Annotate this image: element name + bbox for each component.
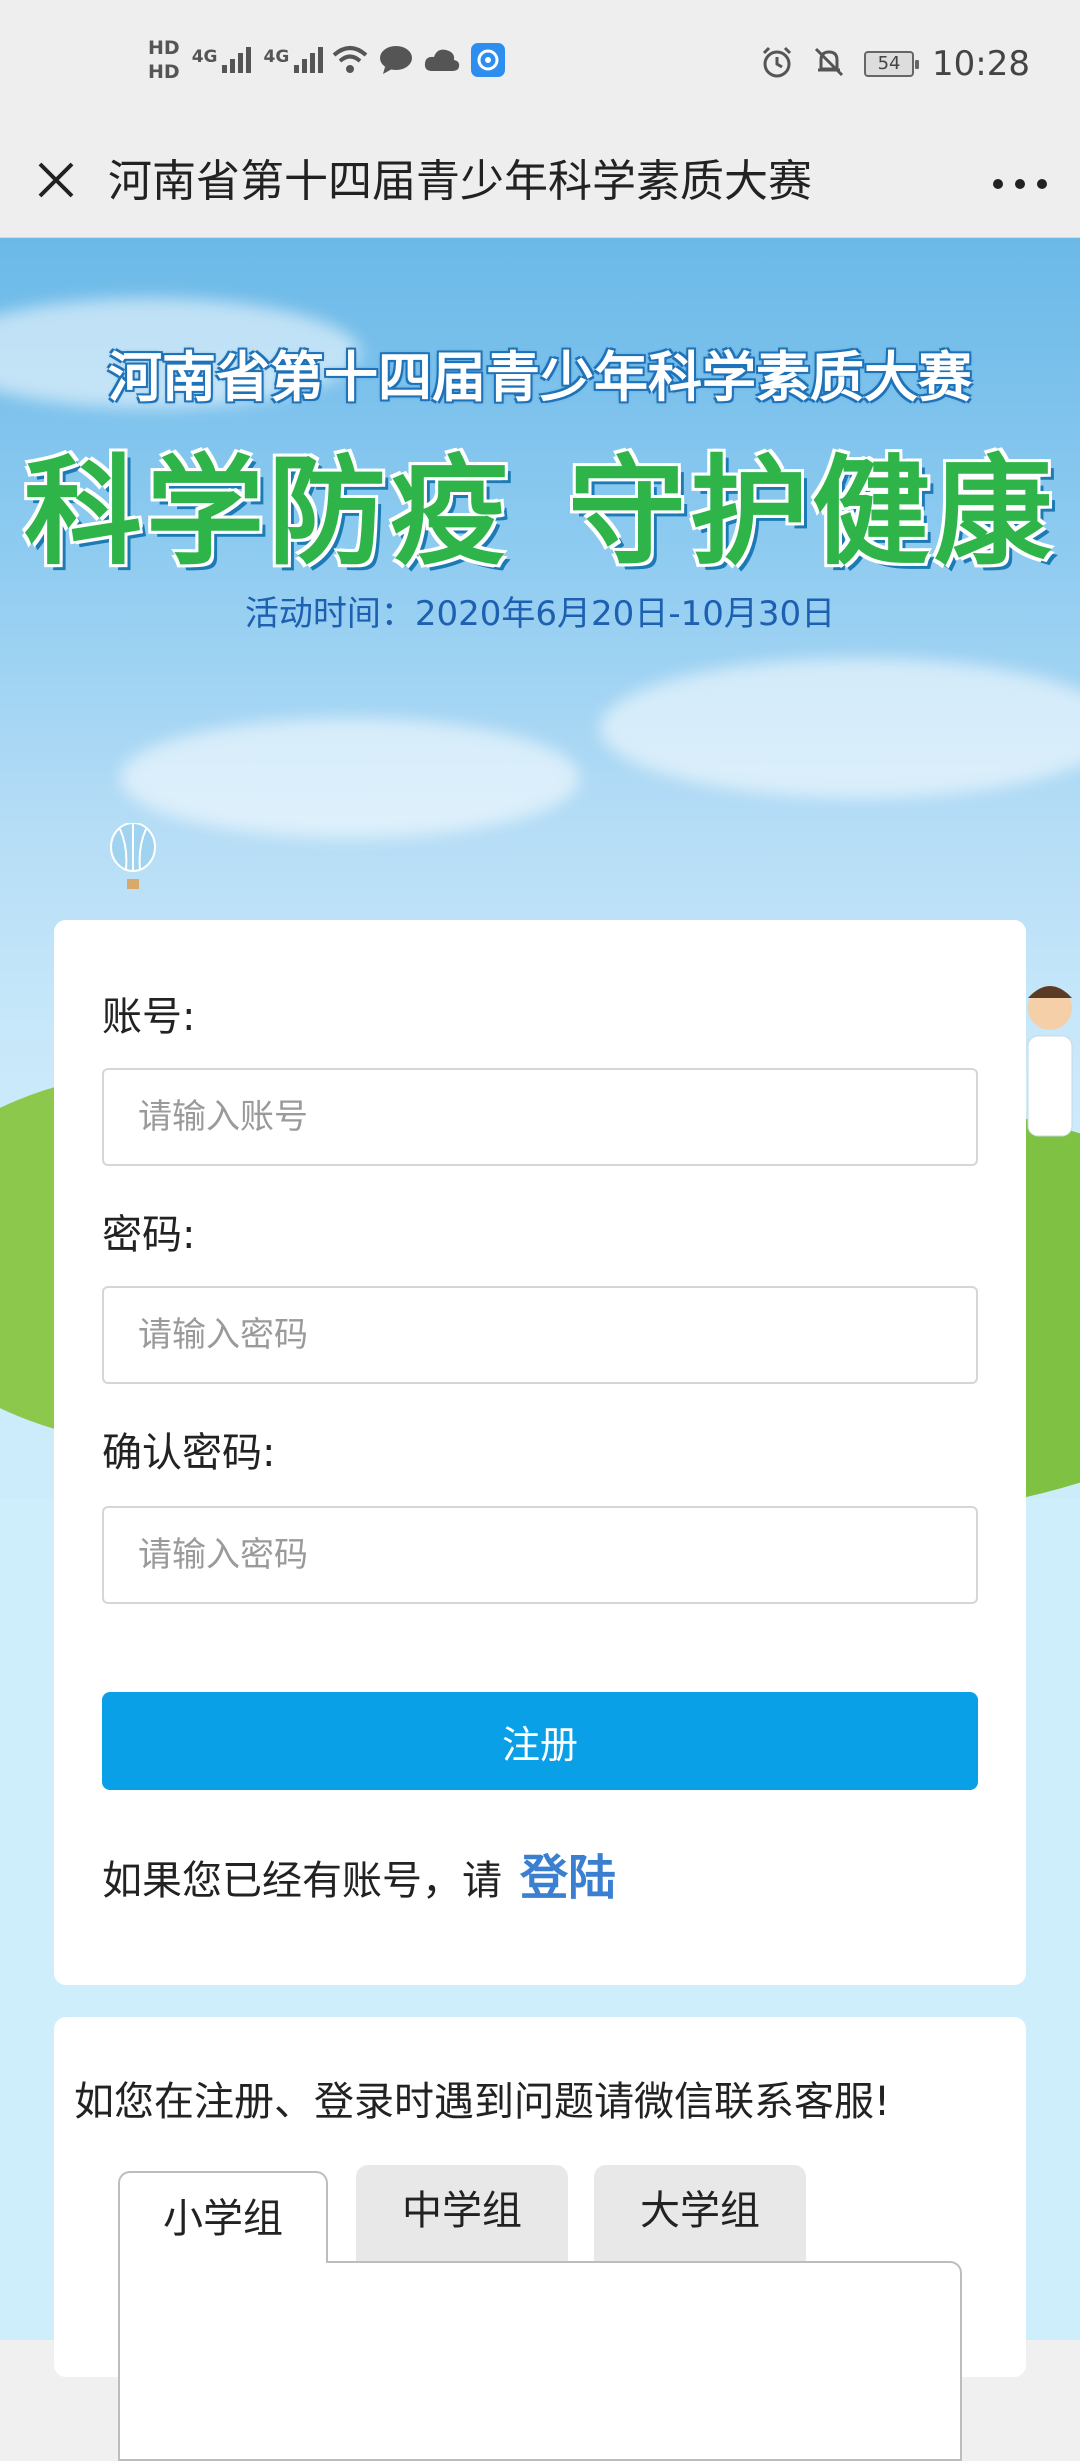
wifi-icon — [331, 41, 369, 79]
mute-icon — [812, 45, 846, 83]
login-prompt: 如果您已经有账号，请 登陆 — [102, 1838, 616, 1908]
alarm-icon — [760, 45, 794, 83]
register-button[interactable]: 注册 — [102, 1692, 978, 1790]
hero-title: 河南省第十四届青少年科学素质大赛 — [108, 346, 972, 409]
status-time: 10:28 — [932, 44, 1030, 84]
register-form-card: 账号: 密码: 确认密码: 注册 如果您已经有账号，请登陆 — [54, 920, 1026, 1985]
message-icon — [377, 41, 415, 79]
doctor-illustration — [1020, 978, 1080, 1138]
hd-1-label: HD — [148, 37, 180, 59]
signal-1-icon: 4G — [192, 47, 252, 73]
signal-2-icon: 4G — [263, 47, 324, 73]
account-label: 账号: — [102, 994, 196, 1040]
cloud-decoration — [120, 718, 580, 838]
hero-slogan: 科学防疫 守护健康 — [0, 416, 1080, 587]
tab-middle-school[interactable]: 中学组 — [356, 2165, 568, 2263]
account-input[interactable] — [102, 1068, 978, 1166]
status-bar: HD HD 4G 4G 54 10:28 — [0, 0, 1080, 130]
slogan-left: 科学防疫 — [23, 443, 512, 581]
close-icon[interactable] — [28, 152, 84, 208]
help-text: 如您在注册、登录时遇到问题请微信联系客服! — [74, 2079, 891, 2125]
more-options-icon[interactable] — [988, 160, 1052, 208]
login-link[interactable]: 登陆 — [520, 1850, 616, 1906]
slogan-right: 守护健康 — [568, 443, 1057, 581]
tab-university[interactable]: 大学组 — [594, 2165, 806, 2263]
hd-indicator: HD HD — [148, 36, 180, 84]
confirm-password-input[interactable] — [102, 1506, 978, 1604]
login-prompt-text: 如果您已经有账号，请 — [102, 1858, 502, 1904]
help-card: 如您在注册、登录时遇到问题请微信联系客服! 小学组 中学组 大学组 — [54, 2017, 1026, 2461]
status-icons-right: 54 10:28 — [760, 44, 1030, 84]
cloud-icon — [423, 41, 461, 79]
tab-primary-school[interactable]: 小学组 — [118, 2171, 328, 2263]
password-input[interactable] — [102, 1286, 978, 1384]
nav-bar: 河南省第十四届青少年科学素质大赛 — [0, 130, 1080, 238]
hot-air-balloon-icon — [108, 822, 158, 893]
event-date: 活动时间：2020年6月20日-10月30日 — [244, 594, 836, 634]
battery-icon: 54 — [864, 51, 920, 77]
password-label: 密码: — [102, 1212, 196, 1258]
status-icons-left: HD HD 4G 4G — [148, 36, 507, 84]
tab-panel — [118, 2261, 962, 2461]
page-title: 河南省第十四届青少年科学素质大赛 — [108, 156, 812, 207]
cloud-decoration — [600, 658, 1080, 798]
app-notification-icon — [469, 41, 507, 79]
hd-2-label: HD — [148, 61, 180, 83]
confirm-password-label: 确认密码: — [102, 1430, 276, 1476]
